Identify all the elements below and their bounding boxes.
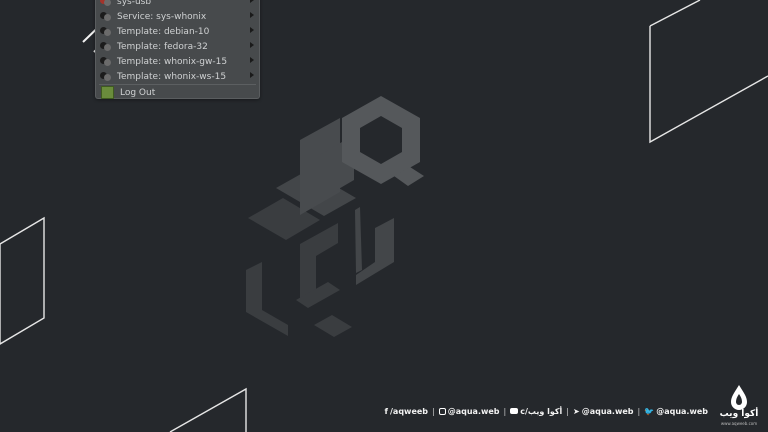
domain-icon [100,56,111,67]
facebook-handle: f/aqweeb [384,407,429,416]
instagram-icon [438,408,446,415]
instagram-handle: @aqua.web [438,407,500,416]
menu-item-fedora-32[interactable]: Template: fedora-32 [96,39,259,54]
telegram-icon: ➤ [573,407,580,416]
separator: | [566,407,569,416]
submenu-arrow-icon [250,57,254,63]
twitter-icon: 🐦 [644,407,655,416]
brand-logo: أكوا ويب www.aqweeb.com [716,383,762,427]
app-menu: sys-usb Service: sys-whonix Template: de… [95,0,260,99]
menu-item-label: sys-usb [117,0,152,7]
menu-item-label: Service: sys-whonix [117,11,207,22]
menu-item-whonix-gw-15[interactable]: Template: whonix-gw-15 [96,54,259,69]
submenu-arrow-icon [250,42,254,48]
domain-icon [100,26,111,37]
domain-icon [100,11,111,22]
menu-item-whonix-ws-15[interactable]: Template: whonix-ws-15 [96,69,259,84]
separator: | [432,407,435,416]
menu-item-label: Template: whonix-gw-15 [117,56,228,67]
water-drop-icon [731,385,747,410]
separator: | [637,407,641,416]
submenu-arrow-icon [250,27,254,33]
menu-item-sys-whonix[interactable]: Service: sys-whonix [96,9,259,24]
menu-item-sys-usb[interactable]: sys-usb [96,0,259,9]
youtube-icon [510,408,519,414]
menu-item-label: Template: fedora-32 [117,41,208,52]
domain-red-icon [100,0,111,7]
logout-icon [101,86,114,99]
submenu-arrow-icon [250,72,254,78]
menu-item-debian-10[interactable]: Template: debian-10 [96,24,259,39]
menu-item-label: Template: whonix-ws-15 [117,71,227,82]
social-footer: f/aqweeb | @aqua.web | c/أكوا ويب | ➤ @aq… [385,407,708,416]
facebook-icon: f [384,407,388,416]
twitter-handle: 🐦 @aqua.web [644,407,708,416]
submenu-arrow-icon [250,0,254,3]
menu-item-label: Template: debian-10 [117,26,210,37]
telegram-handle: ➤ @aqua.web [573,407,634,416]
brand-url: www.aqweeb.com [720,421,758,426]
domain-icon [100,71,111,82]
brand-name: أكوا ويب [719,409,759,419]
domain-icon [100,41,111,52]
menu-item-label: Log Out [120,87,156,98]
youtube-handle: c/أكوا ويب [510,407,562,416]
menu-item-log-out[interactable]: Log Out [96,85,259,100]
separator: | [503,407,507,416]
submenu-arrow-icon [250,12,254,18]
